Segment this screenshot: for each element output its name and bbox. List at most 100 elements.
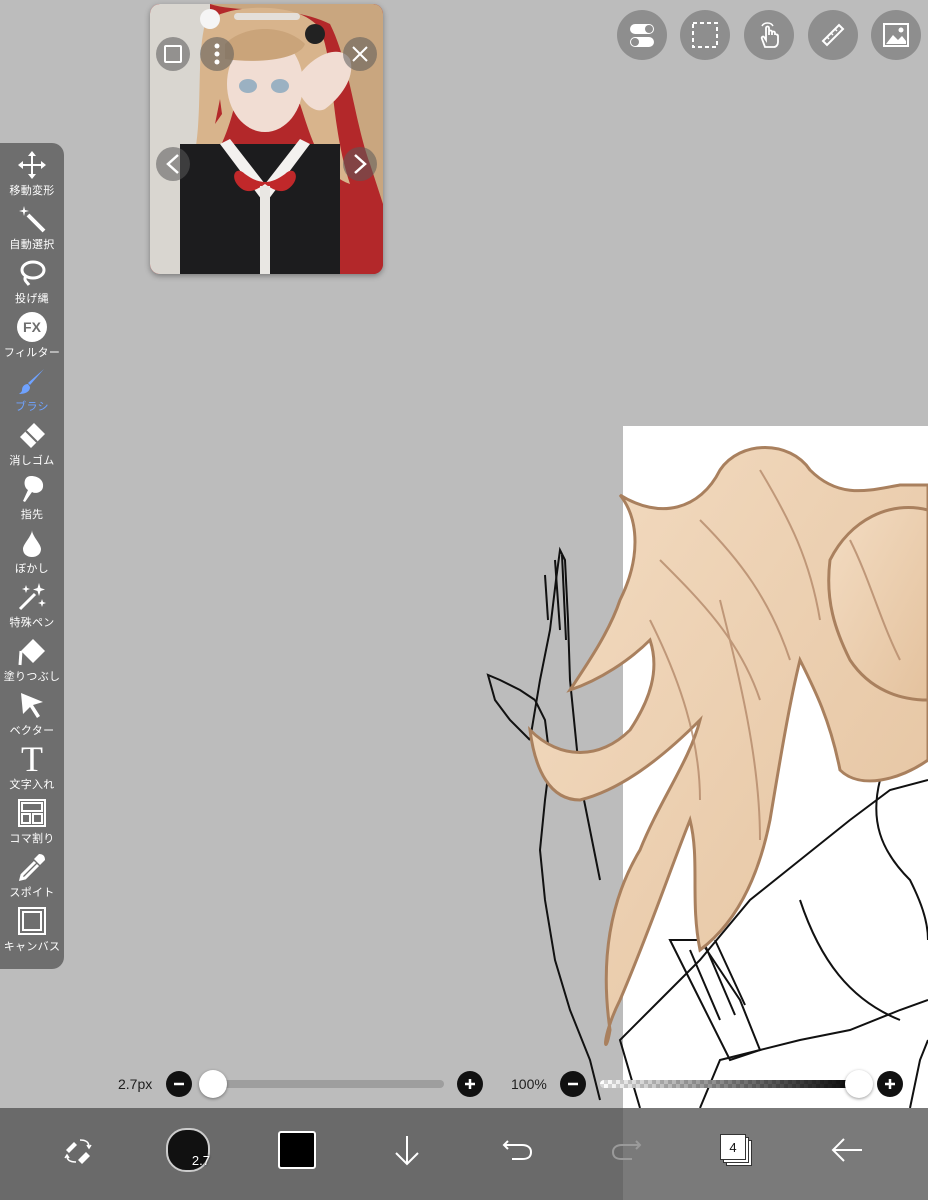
tool-label: フィルター <box>3 347 61 359</box>
undo-button[interactable] <box>487 1120 547 1180</box>
bottom-toolbar-overlay <box>623 1108 928 1200</box>
chevron-right-icon <box>354 154 367 174</box>
tool-palette: 移動変形 自動選択 投げ縄 FX フィルター ブラシ 消しゴム 指先 ぼかし 特… <box>0 143 64 969</box>
square-icon <box>164 45 182 63</box>
eyedropper-icon <box>15 851 49 883</box>
tool-label: キャンバス <box>3 941 61 953</box>
tool-label: 指先 <box>20 509 44 521</box>
plus-icon <box>885 1079 895 1089</box>
magic-wand-icon <box>15 203 49 235</box>
drawing-canvas-area[interactable] <box>0 0 928 1108</box>
image-icon <box>883 23 909 47</box>
tool-label: 文字入れ <box>9 779 55 791</box>
redo-button[interactable] <box>597 1120 657 1180</box>
layers-button[interactable]: 4 <box>706 1120 766 1180</box>
opacity-slider-track[interactable] <box>600 1080 862 1088</box>
more-vertical-icon <box>214 43 220 65</box>
undo-icon <box>502 1140 533 1160</box>
chevron-left-icon <box>166 154 179 174</box>
bottom-toolbar: 2.7 4 <box>0 1108 928 1200</box>
tool-fill[interactable]: 塗りつぶし <box>0 635 64 689</box>
reference-menu-button[interactable] <box>200 37 234 71</box>
selection-button[interactable] <box>680 10 730 60</box>
ruler-button[interactable] <box>808 10 858 60</box>
tool-label: ベクター <box>9 725 55 737</box>
tool-vector[interactable]: ベクター <box>0 689 64 743</box>
blur-drop-icon <box>15 527 49 559</box>
opacity-decrease-button[interactable] <box>560 1071 586 1097</box>
reference-fit-button[interactable] <box>156 37 190 71</box>
tool-label: ブラシ <box>15 401 49 413</box>
fill-bucket-icon <box>15 635 49 667</box>
sparkle-pen-icon <box>15 581 49 613</box>
tool-label: コマ割り <box>9 833 55 845</box>
layers-icon: 4 <box>720 1134 752 1166</box>
eraser-icon <box>15 419 49 451</box>
frame-divider-icon <box>15 797 49 829</box>
artboard[interactable] <box>623 426 928 1108</box>
opacity-slider-thumb[interactable] <box>845 1070 873 1098</box>
canvas-icon <box>15 905 49 937</box>
touch-gesture-icon <box>760 22 779 48</box>
minus-icon <box>568 1082 578 1086</box>
move-arrows-icon <box>15 149 49 181</box>
reference-window[interactable] <box>150 4 383 274</box>
tool-text[interactable]: T 文字入れ <box>0 739 64 797</box>
swap-pen-eraser-icon <box>64 1139 92 1164</box>
opacity-increase-button[interactable] <box>877 1071 903 1097</box>
back-button[interactable] <box>817 1120 877 1180</box>
fx-icon-text: FX <box>17 312 47 342</box>
brush-size-decrease-button[interactable] <box>166 1071 192 1097</box>
tool-eraser[interactable]: 消しゴム <box>0 419 64 473</box>
fx-icon: FX <box>15 311 49 343</box>
selection-icon <box>692 22 718 48</box>
touch-gesture-button[interactable] <box>744 10 794 60</box>
tool-label: 塗りつぶし <box>3 671 61 683</box>
arrow-down-icon <box>395 1136 419 1166</box>
tool-label: 特殊ペン <box>9 617 55 629</box>
tool-label: スポイト <box>9 887 55 899</box>
reference-prev-button[interactable] <box>156 147 190 181</box>
reference-next-button[interactable] <box>343 147 377 181</box>
redo-icon <box>611 1140 642 1160</box>
brush-preview-icon: 2.7 <box>166 1128 210 1172</box>
tool-lasso[interactable]: 投げ縄 <box>0 257 64 311</box>
tool-frame-divider[interactable]: コマ割り <box>0 797 64 851</box>
toggle-settings-button[interactable] <box>617 10 667 60</box>
tool-brush[interactable]: ブラシ <box>0 365 64 419</box>
arrow-left-icon <box>831 1138 862 1162</box>
download-button[interactable] <box>377 1120 437 1180</box>
smudge-icon <box>15 473 49 505</box>
vector-cursor-icon <box>15 689 49 721</box>
reference-close-button[interactable] <box>343 37 377 71</box>
tool-label: 投げ縄 <box>15 293 49 305</box>
reference-drag-handle[interactable] <box>234 13 300 20</box>
plus-icon <box>465 1079 475 1089</box>
brush-size-preview-button[interactable]: 2.7 <box>158 1120 218 1180</box>
tool-special-pen[interactable]: 特殊ペン <box>0 581 64 635</box>
brush-icon <box>15 365 49 397</box>
brush-size-slider-track[interactable] <box>206 1080 444 1088</box>
tool-magic-wand[interactable]: 自動選択 <box>0 203 64 257</box>
brush-size-slider-thumb[interactable] <box>199 1070 227 1098</box>
primary-color-swatch <box>278 1131 316 1169</box>
tool-eyedropper[interactable]: スポイト <box>0 851 64 905</box>
brush-preview-size: 2.7 <box>191 1153 210 1168</box>
brush-size-increase-button[interactable] <box>457 1071 483 1097</box>
tool-blur[interactable]: ぼかし <box>0 527 64 581</box>
close-icon <box>352 46 368 62</box>
color-picker-button[interactable] <box>267 1120 327 1180</box>
tool-filter[interactable]: FX フィルター <box>0 311 64 365</box>
brush-eraser-swap-button[interactable] <box>48 1120 108 1180</box>
tool-canvas[interactable]: キャンバス <box>0 905 64 959</box>
tool-move-transform[interactable]: 移動変形 <box>0 149 64 203</box>
text-icon: T <box>15 739 49 779</box>
tool-smudge[interactable]: 指先 <box>0 473 64 527</box>
tool-label: 移動変形 <box>9 185 55 197</box>
minus-icon <box>174 1082 184 1086</box>
tool-label: 消しゴム <box>9 455 55 467</box>
image-gallery-button[interactable] <box>871 10 921 60</box>
toggle-icon <box>630 24 654 47</box>
opacity-label: 100% <box>511 1076 547 1092</box>
text-icon-glyph: T <box>21 739 43 779</box>
